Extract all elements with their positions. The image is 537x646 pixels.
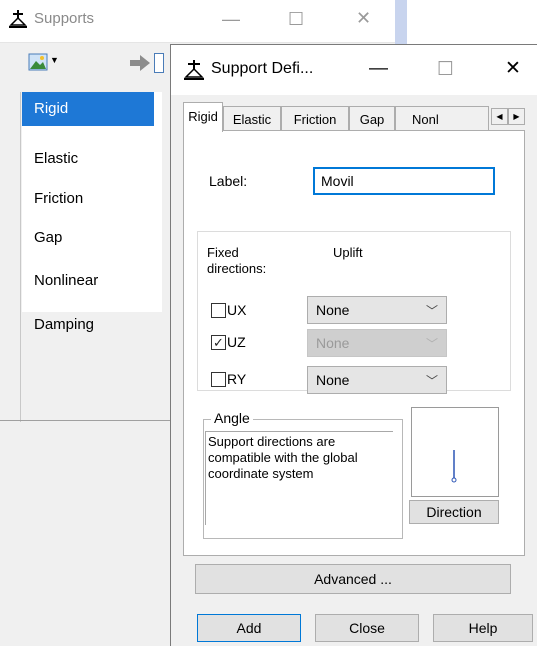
dialog-titlebar[interactable]: Support Defi... — ☐ ✕ — [171, 45, 537, 95]
uz-checkbox[interactable]: ✓ — [211, 335, 226, 350]
list-border — [20, 92, 21, 422]
ux-checkbox[interactable] — [211, 303, 226, 318]
dialog-minimize-button[interactable]: — — [369, 58, 388, 80]
dropdown-arrow-icon[interactable]: ▼ — [50, 55, 59, 65]
direction-button[interactable]: Direction — [409, 500, 499, 524]
direction-arrow-icon — [451, 450, 457, 483]
dialog-title: Support Defi... — [211, 60, 314, 77]
support-definition-dialog: Support Defi... — ☐ ✕ Rigid Elastic Fric… — [170, 44, 537, 646]
list-item-nonlinear[interactable]: Nonlinear — [22, 264, 154, 298]
supports-window-title: Supports — [34, 10, 95, 27]
supports-maximize-button[interactable]: ☐ — [288, 9, 304, 30]
add-button[interactable]: Add — [197, 614, 301, 642]
dialog-maximize-button[interactable]: ☐ — [437, 58, 454, 81]
tab-scroll-right-icon[interactable]: ▶ — [508, 108, 525, 125]
help-button[interactable]: Help — [433, 614, 533, 642]
direction-preview — [411, 407, 499, 497]
supports-close-button[interactable]: ✕ — [356, 8, 371, 29]
ry-uplift-value: None — [316, 372, 350, 388]
tab-nonlinear[interactable]: Nonl — [395, 106, 489, 132]
chevron-down-icon: ﹀ — [425, 337, 438, 351]
angle-description: Support directions are compatible with t… — [205, 431, 393, 525]
support-app-icon — [184, 60, 204, 80]
ux-label: UX — [227, 302, 247, 318]
supports-minimize-button[interactable]: — — [222, 9, 240, 30]
ry-uplift-select[interactable]: None ﹀ — [307, 366, 447, 394]
uz-uplift-value: None — [316, 335, 350, 351]
chevron-down-icon: ﹀ — [425, 304, 438, 318]
list-item-friction[interactable]: Friction — [22, 182, 154, 216]
list-item-damping[interactable]: Damping — [22, 308, 154, 342]
tab-gap[interactable]: Gap — [349, 106, 395, 132]
uz-uplift-select: None ﹀ — [307, 329, 447, 357]
dialog-close-button[interactable]: ✕ — [505, 57, 521, 80]
image-icon[interactable] — [28, 53, 48, 71]
tab-elastic[interactable]: Elastic — [223, 106, 281, 132]
uplift-caption: Uplift — [333, 245, 363, 260]
uz-label: UZ — [227, 334, 246, 350]
angle-caption: Angle — [211, 410, 253, 426]
list-item-rigid[interactable]: Rigid — [22, 92, 154, 126]
ux-uplift-select[interactable]: None ﹀ — [307, 296, 447, 324]
label-input[interactable] — [313, 167, 495, 195]
ry-checkbox[interactable] — [211, 372, 226, 387]
list-item-elastic[interactable]: Elastic — [22, 142, 154, 176]
tab-friction[interactable]: Friction — [281, 106, 349, 132]
arrow-right-icon[interactable] — [130, 55, 152, 71]
supports-titlebar[interactable]: Supports — ☐ ✕ — [0, 0, 400, 43]
ux-uplift-value: None — [316, 302, 350, 318]
chevron-down-icon: ﹀ — [425, 374, 438, 388]
label-caption: Label: — [209, 173, 248, 189]
supports-app-icon — [9, 10, 27, 28]
supports-toolbar: ▼ — [0, 43, 190, 83]
tab-scroll-left-icon[interactable]: ◀ — [491, 108, 508, 125]
list-item-gap[interactable]: Gap — [22, 221, 154, 255]
supports-divider — [0, 420, 170, 421]
close-button[interactable]: Close — [315, 614, 419, 642]
tab-rigid[interactable]: Rigid — [183, 102, 223, 132]
panel-icon — [154, 53, 164, 73]
supports-list: Rigid Elastic Friction Gap Nonlinear Dam… — [22, 92, 162, 333]
advanced-button[interactable]: Advanced ... — [195, 564, 511, 594]
fixed-directions-caption: Fixed directions: — [207, 245, 267, 276]
ry-label: RY — [227, 371, 247, 387]
